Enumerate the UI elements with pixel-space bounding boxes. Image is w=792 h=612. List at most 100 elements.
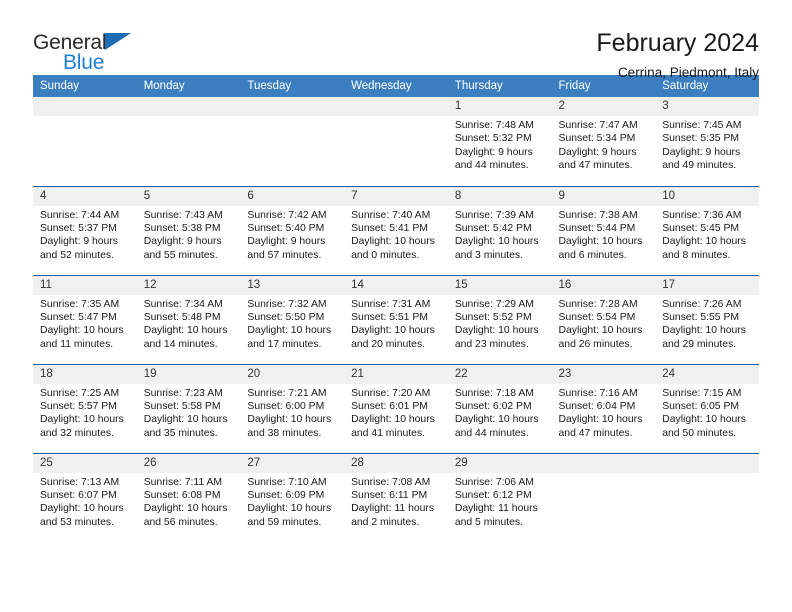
calendar-day-cell[interactable]: 8 Sunrise: 7:39 AM Sunset: 5:42 PM Daylight… — [447, 185, 552, 275]
daylight-text-line1: Daylight: 10 hours — [247, 414, 332, 426]
calendar-day-cell[interactable]: 22 Sunrise: 7:18 AM Sunset: 6:02 PM Dayligh… — [447, 363, 552, 453]
page-subtitle: Cerrina, Piedmont, Italy — [617, 64, 759, 80]
calendar-day-cell[interactable]: 11 Sunrise: 7:35 AM Sunset: 5:47 PM Dayligh… — [33, 274, 137, 364]
calendar-day-cell[interactable]: 26 Sunrise: 7:11 AM Sunset: 6:08 PM Dayligh… — [136, 452, 241, 542]
day-details: Sunrise: 7:43 AM Sunset: 5:38 PM Daylight:… — [137, 206, 241, 263]
calendar-day-cell[interactable]: 21 Sunrise: 7:20 AM Sunset: 6:01 PM Dayligh… — [344, 363, 448, 453]
daylight-text-line2: and 0 minutes. — [351, 249, 420, 261]
sunrise-text: Sunrise: 7:36 AM — [662, 209, 742, 221]
calendar-day-cell[interactable]: 2 Sunrise: 7:47 AM Sunset: 5:34 PM Daylight… — [551, 97, 656, 186]
sunrise-text: Sunrise: 7:48 AM — [454, 120, 534, 131]
calendar-day-cell[interactable]: 7 Sunrise: 7:40 AM Sunset: 5:41 PM Daylight… — [344, 185, 448, 275]
daylight-text-line1: Daylight: 10 hours — [662, 236, 746, 248]
calendar-day-cell[interactable]: 29 Sunrise: 7:06 AM Sunset: 6:12 PM Dayligh… — [447, 452, 552, 542]
calendar-week-row: 1 Sunrise: 7:48 AM Sunset: 5:32 PM Daylight… — [33, 97, 759, 186]
daylight-text-line2: and 8 minutes. — [662, 249, 731, 261]
daylight-text-line2: and 11 minutes. — [40, 338, 114, 350]
calendar-day-cell[interactable]: 20 Sunrise: 7:21 AM Sunset: 6:00 PM Dayligh… — [240, 363, 345, 453]
day-details: Sunrise: 7:40 AM Sunset: 5:41 PM Daylight:… — [344, 206, 448, 263]
day-number: 23 — [551, 364, 656, 384]
calendar-day-cell[interactable]: 13 Sunrise: 7:32 AM Sunset: 5:50 PM Dayligh… — [240, 274, 345, 364]
day-number: 24 — [655, 364, 759, 384]
day-number: 12 — [136, 275, 241, 295]
day-details: Sunrise: 7:45 AM Sunset: 5:35 PM Daylight:… — [655, 116, 759, 173]
sunrise-text: Sunrise: 7:13 AM — [40, 476, 120, 488]
calendar-cell-empty — [551, 452, 656, 542]
daylight-text-line1: Daylight: 10 hours — [662, 325, 746, 337]
sunset-text: Sunset: 6:11 PM — [351, 489, 428, 501]
day-number — [33, 97, 137, 116]
day-number: 18 — [33, 364, 137, 384]
day-details: Sunrise: 7:28 AM Sunset: 5:54 PM Daylight:… — [552, 295, 656, 352]
calendar-day-cell[interactable]: 4 Sunrise: 7:44 AM Sunset: 5:37 PM Daylight… — [33, 185, 137, 275]
day-details: Sunrise: 7:21 AM Sunset: 6:00 PM Daylight:… — [240, 384, 344, 441]
sunrise-text: Sunrise: 7:47 AM — [558, 120, 638, 131]
daylight-text-line2: and 50 minutes. — [662, 427, 737, 439]
sunrise-text: Sunrise: 7:06 AM — [454, 476, 534, 488]
daylight-text-line1: Daylight: 10 hours — [558, 414, 643, 426]
daylight-text-line1: Daylight: 10 hours — [143, 325, 228, 337]
calendar-day-cell[interactable]: 16 Sunrise: 7:28 AM Sunset: 5:54 PM Dayligh… — [551, 274, 656, 364]
day-number: 15 — [447, 275, 552, 295]
day-details: Sunrise: 7:38 AM Sunset: 5:44 PM Daylight:… — [552, 206, 656, 263]
day-details: Sunrise: 7:36 AM Sunset: 5:45 PM Daylight:… — [655, 206, 759, 263]
sunrise-text: Sunrise: 7:31 AM — [351, 298, 431, 310]
calendar-day-cell[interactable]: 1 Sunrise: 7:48 AM Sunset: 5:32 PM Daylight… — [447, 97, 552, 186]
sunset-text: Sunset: 5:37 PM — [40, 222, 117, 234]
calendar-day-cell[interactable]: 6 Sunrise: 7:42 AM Sunset: 5:40 PM Daylight… — [240, 185, 345, 275]
day-number: 28 — [344, 453, 448, 473]
daylight-text-line2: and 47 minutes. — [558, 160, 633, 172]
day-number: 5 — [136, 186, 241, 206]
calendar-day-cell[interactable]: 5 Sunrise: 7:43 AM Sunset: 5:38 PM Daylight… — [136, 185, 241, 275]
calendar-day-cell[interactable]: 12 Sunrise: 7:34 AM Sunset: 5:48 PM Dayligh… — [136, 274, 241, 364]
calendar-day-cell[interactable]: 17 Sunrise: 7:26 AM Sunset: 5:55 PM Dayligh… — [655, 274, 759, 364]
day-details: Sunrise: 7:06 AM Sunset: 6:12 PM Daylight:… — [448, 473, 552, 530]
daylight-text-line2: and 23 minutes. — [454, 338, 529, 350]
day-number: 27 — [240, 453, 345, 473]
daylight-text-line1: Daylight: 9 hours — [454, 146, 533, 158]
daylight-text-line2: and 17 minutes. — [247, 338, 322, 350]
sunrise-text: Sunrise: 7:28 AM — [558, 298, 638, 310]
day-number: 13 — [240, 275, 345, 295]
daylight-text-line2: and 41 minutes. — [351, 427, 426, 439]
calendar-day-cell[interactable]: 9 Sunrise: 7:38 AM Sunset: 5:44 PM Daylight… — [551, 185, 656, 275]
calendar-day-cell[interactable]: 24 Sunrise: 7:15 AM Sunset: 6:05 PM Dayligh… — [655, 363, 759, 453]
calendar-day-cell[interactable]: 3 Sunrise: 7:45 AM Sunset: 5:35 PM Daylight… — [655, 97, 759, 186]
calendar-week-row: 4 Sunrise: 7:44 AM Sunset: 5:37 PM Daylight… — [33, 185, 759, 275]
day-details: Sunrise: 7:10 AM Sunset: 6:09 PM Daylight:… — [240, 473, 344, 530]
calendar-day-cell[interactable]: 18 Sunrise: 7:25 AM Sunset: 5:57 PM Dayligh… — [33, 363, 137, 453]
daylight-text-line1: Daylight: 10 hours — [351, 236, 435, 248]
calendar-cell-empty — [344, 97, 448, 186]
calendar-cell-empty — [136, 97, 241, 186]
daylight-text-line2: and 57 minutes. — [247, 249, 322, 261]
calendar-day-cell[interactable]: 10 Sunrise: 7:36 AM Sunset: 5:45 PM Dayligh… — [655, 185, 759, 275]
calendar-day-cell[interactable]: 19 Sunrise: 7:23 AM Sunset: 5:58 PM Dayligh… — [136, 363, 241, 453]
day-details: Sunrise: 7:08 AM Sunset: 6:11 PM Daylight:… — [344, 473, 448, 530]
daylight-text-line2: and 32 minutes. — [40, 427, 114, 439]
calendar-week-row: 18 Sunrise: 7:25 AM Sunset: 5:57 PM Dayligh… — [33, 363, 759, 453]
day-details: Sunrise: 7:34 AM Sunset: 5:48 PM Daylight:… — [137, 295, 241, 352]
day-details: Sunrise: 7:42 AM Sunset: 5:40 PM Daylight:… — [240, 206, 344, 263]
weekday-header-thursday: Thursday — [447, 75, 552, 97]
weekday-header-sunday: Sunday — [33, 75, 137, 97]
calendar-day-cell[interactable]: 27 Sunrise: 7:10 AM Sunset: 6:09 PM Dayligh… — [240, 452, 345, 542]
sunrise-text: Sunrise: 7:10 AM — [247, 476, 327, 488]
calendar-day-cell[interactable]: 28 Sunrise: 7:08 AM Sunset: 6:11 PM Dayligh… — [344, 452, 448, 542]
weekday-header-wednesday: Wednesday — [344, 75, 448, 97]
weekday-header-tuesday: Tuesday — [240, 75, 345, 97]
logo-text-blue: Blue — [63, 51, 105, 74]
calendar-cell-empty — [240, 97, 345, 186]
calendar-day-cell[interactable]: 14 Sunrise: 7:31 AM Sunset: 5:51 PM Dayligh… — [344, 274, 448, 364]
day-number — [655, 453, 759, 473]
day-number: 9 — [551, 186, 656, 206]
calendar-day-cell[interactable]: 15 Sunrise: 7:29 AM Sunset: 5:52 PM Dayligh… — [447, 274, 552, 364]
day-details: Sunrise: 7:20 AM Sunset: 6:01 PM Daylight:… — [344, 384, 448, 441]
calendar-day-cell[interactable]: 25 Sunrise: 7:13 AM Sunset: 6:07 PM Dayligh… — [33, 452, 137, 542]
sunset-text: Sunset: 5:38 PM — [143, 222, 221, 234]
day-details: Sunrise: 7:13 AM Sunset: 6:07 PM Daylight:… — [33, 473, 137, 530]
daylight-text-line1: Daylight: 10 hours — [40, 503, 124, 515]
sunrise-text: Sunrise: 7:35 AM — [40, 298, 120, 310]
sunrise-text: Sunrise: 7:38 AM — [558, 209, 638, 221]
calendar-day-cell[interactable]: 23 Sunrise: 7:16 AM Sunset: 6:04 PM Dayligh… — [551, 363, 656, 453]
sunrise-text: Sunrise: 7:45 AM — [662, 120, 742, 131]
